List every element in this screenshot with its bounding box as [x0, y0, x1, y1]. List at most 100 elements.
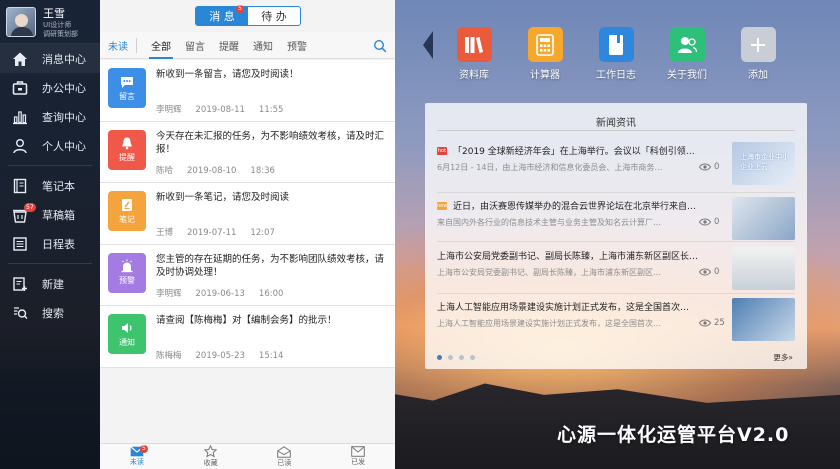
sidebar-item-label: 新建 [42, 277, 64, 291]
team-icon [669, 27, 705, 62]
message-sender: 陈哈 [156, 166, 174, 176]
app-label: 资料库 [459, 70, 489, 81]
tab-unread[interactable]: 5 未读 [100, 444, 174, 469]
message-time: 11:55 [258, 104, 284, 115]
message-list: 留言 新收到一条留言，请您及时阅读！ 李明辉 2019-08-11 11:55 提醒… [100, 60, 395, 368]
list-item[interactable]: 提醒 今天存在未汇报的任务，为不影响绩效考核，请及时汇报！ 陈哈 2019-08-… [100, 121, 395, 183]
message-time: 18:36 [250, 166, 275, 176]
carousel-dot[interactable] [437, 355, 442, 360]
bottom-tab-bar: 5 未读 收藏 已读 已发 [100, 443, 395, 469]
app-calculator[interactable]: 计算器 [515, 27, 575, 81]
tab-sent[interactable]: 已发 [321, 444, 395, 469]
tab-read[interactable]: 已读 [248, 444, 322, 469]
user-role: UI设计师 [43, 20, 72, 29]
collapse-arrow-icon[interactable] [423, 31, 433, 59]
carousel-dot[interactable] [459, 355, 464, 360]
sidebar-item-notebook[interactable]: 笔记本 [0, 171, 100, 200]
message-meta: 陈哈 2019-08-10 18:36 [156, 164, 289, 176]
unread-badge: 5 [140, 445, 148, 453]
messages-badge: 5 [236, 5, 244, 13]
tab-label: 已读 [277, 458, 292, 467]
filter-notices[interactable]: 通知 [253, 32, 273, 59]
list-item[interactable]: 笔记 新收到一条笔记，请您及时阅读 王博 2019-07-11 12:07 [100, 183, 395, 245]
sidebar-item-schedule[interactable]: 日程表 [0, 229, 100, 258]
message-meta: 王博 2019-07-11 12:07 [156, 226, 289, 238]
carousel-dot[interactable] [448, 355, 453, 360]
message-meta: 陈梅梅 2019-05-23 15:14 [156, 349, 297, 361]
tab-label: 未读 [129, 458, 144, 466]
sidebar-item-message-center[interactable]: 消息中心 [0, 44, 100, 73]
message-text: 今天存在未汇报的任务，为不影响绩效考核，请及时汇报！ [156, 130, 385, 155]
message-meta: 李明辉 2019-06-13 16:00 [156, 287, 297, 299]
app-library[interactable]: 资料库 [444, 27, 504, 81]
tab-todo[interactable]: 待 办 [248, 7, 300, 25]
news-item[interactable]: 上海人工智能应用场景建设实施计划正式发布，这是全国首次… 上海人工智能应用场景建… [437, 296, 795, 348]
news-item[interactable]: hot 「2019 全球新经济年会」在上海举行。会议以「科创引领… 6月12日 -… [437, 140, 795, 192]
reminder-badge: 提醒 [108, 129, 146, 170]
message-text: 新收到一条笔记，请您及时阅读 [156, 192, 290, 203]
app-worklog[interactable]: 工作日志 [586, 27, 646, 81]
filter-comments[interactable]: 留言 [185, 32, 205, 59]
app-about-us[interactable]: 关于我们 [657, 27, 717, 81]
view-count: 25 [699, 318, 725, 328]
news-item-summary: 上海市公安局党委副书记、副局长陈臻，上海市浦东新区副区… [437, 268, 661, 277]
news-item-title: 近日，由沃赛恩传媒举办的混合云世界论坛在北京举行来自… [453, 202, 697, 212]
more-link[interactable]: 更多» [773, 352, 793, 363]
message-text: 您主管的存在延期的任务，为不影响团队绩效考核，请及时协调处理！ [156, 253, 385, 278]
app-label: 工作日志 [596, 70, 636, 81]
message-meta: 李明辉 2019-08-11 11:55 [156, 103, 297, 115]
filter-unread[interactable]: 未读 [108, 37, 137, 53]
message-date: 2019-06-13 [195, 289, 245, 299]
list-item[interactable]: 通知 请查阅【陈梅梅】对【编制会务】的批示！ 陈梅梅 2019-05-23 15:1… [100, 306, 395, 368]
filter-all[interactable]: 全部 [149, 32, 173, 59]
news-item[interactable]: 上海市公安局党委副书记、副局长陈臻，上海市浦东新区副区长… 上海市公安局党委副书… [437, 245, 795, 297]
news-card: 新闻资讯 hot 「2019 全球新经济年会」在上海举行。会议以「科创引领… 6月… [425, 103, 807, 369]
person-icon [12, 138, 28, 154]
notice-badge: 通知 [108, 314, 146, 354]
message-type-label: 通知 [119, 337, 135, 347]
news-item[interactable]: new 近日，由沃赛恩传媒举办的混合云世界论坛在北京举行来自… 来自国内外各行业的… [437, 195, 795, 247]
list-item[interactable]: 留言 新收到一条留言，请您及时阅读！ 李明辉 2019-08-11 11:55 [100, 60, 395, 122]
message-type-label: 提醒 [119, 153, 135, 162]
open-envelope-icon [277, 445, 292, 458]
sidebar-item-search[interactable]: 搜索 [0, 298, 100, 327]
sidebar-item-query-center[interactable]: 查询中心 [0, 102, 100, 131]
plus-icon [740, 27, 776, 62]
news-thumbnail [732, 247, 795, 290]
sidebar-item-label: 日程表 [42, 237, 75, 251]
list-item[interactable]: 预警 您主管的存在延期的任务，为不影响团队绩效考核，请及时协调处理！ 李明辉 20… [100, 244, 395, 306]
search-icon[interactable] [373, 38, 387, 57]
filter-bar: 未读 全部 留言 提醒 通知 预警 [100, 32, 395, 59]
filter-warnings[interactable]: 预警 [287, 32, 307, 59]
tab-favorites[interactable]: 收藏 [174, 444, 248, 469]
avatar [6, 6, 36, 37]
comment-badge: 留言 [108, 68, 146, 108]
eye-icon [699, 218, 711, 226]
tab-label: 已发 [351, 458, 366, 466]
sidebar-item-office-center[interactable]: 办公中心 [0, 73, 100, 102]
filter-reminders[interactable]: 提醒 [219, 32, 239, 59]
user-dept: 调研策划部 [43, 29, 78, 38]
carousel-dot[interactable] [470, 355, 475, 360]
sidebar-item-drafts[interactable]: 57 草稿箱 [0, 200, 100, 229]
user-name: 王雪 [43, 6, 65, 20]
news-divider [437, 293, 795, 294]
tab-messages[interactable]: 消 息 5 [196, 5, 248, 25]
sidebar-item-new[interactable]: 新建 [0, 269, 100, 298]
app-add[interactable]: 添加 [728, 27, 788, 81]
message-date: 2019-08-11 [195, 104, 245, 115]
app-label: 计算器 [530, 70, 560, 81]
hot-tag-icon: hot [437, 146, 447, 155]
mail-icon [351, 446, 365, 457]
user-profile[interactable]: 王雪 UI设计师 调研策划部 [0, 0, 100, 44]
view-count: 0 [699, 217, 719, 227]
view-count: 0 [699, 267, 719, 277]
news-item-title: 上海市公安局党委副书记、副局长陈臻，上海市浦东新区副区长… [437, 252, 699, 262]
new-tag-icon: new [437, 201, 448, 210]
home-icon [12, 51, 28, 67]
sidebar-item-personal-center[interactable]: 个人中心 [0, 131, 100, 160]
message-time: 16:00 [258, 289, 284, 299]
sidebar-item-label: 查询中心 [42, 110, 86, 124]
message-time: 12:07 [250, 227, 275, 238]
view-count-value: 0 [714, 162, 720, 172]
